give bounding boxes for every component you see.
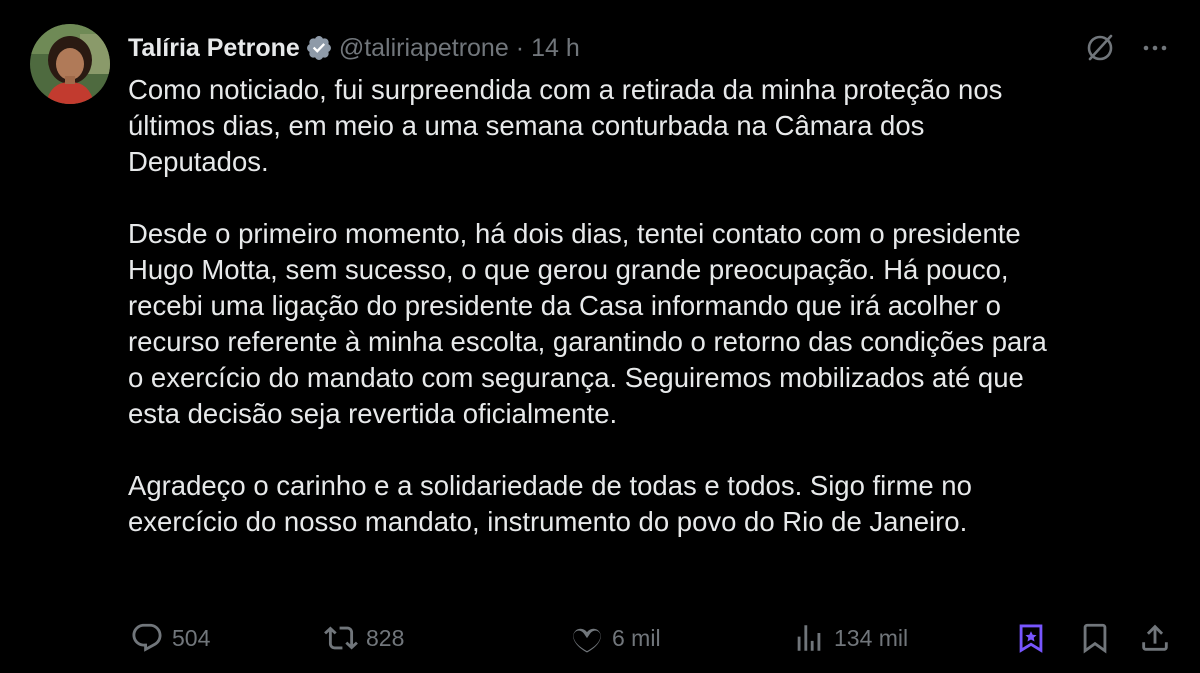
- tweet-paragraph: Desde o primeiro momento, há dois dias, …: [128, 218, 1047, 429]
- separator-dot: ·: [515, 33, 525, 62]
- share-icon: [1138, 621, 1172, 655]
- views-button[interactable]: 134 mil: [792, 621, 908, 655]
- reply-button[interactable]: 504: [130, 621, 210, 655]
- avatar[interactable]: [30, 24, 110, 104]
- more-icon[interactable]: [1140, 33, 1170, 63]
- verified-badge-icon[interactable]: [305, 34, 333, 62]
- bookmark-icon: [1078, 621, 1112, 655]
- views-count: 134 mil: [834, 624, 909, 651]
- author-handle[interactable]: @taliriapetrone: [339, 34, 509, 63]
- action-bar: 504 828 6 mil 134 mil: [130, 618, 1170, 658]
- views-icon: [792, 621, 826, 655]
- reply-count: 504: [172, 624, 211, 651]
- tweet-paragraph: Agradeço o carinho e a solidariedade de …: [128, 470, 972, 537]
- grok-bookmark-button[interactable]: [1014, 621, 1048, 655]
- tweet-top-actions: [1082, 30, 1170, 66]
- tweet-header: Talíria Petrone @taliriapetrone · 14 h: [128, 28, 580, 68]
- like-count: 6 mil: [612, 624, 661, 651]
- share-button[interactable]: [1138, 621, 1172, 655]
- repost-icon: [324, 621, 358, 655]
- like-icon: [570, 621, 604, 655]
- grok-icon[interactable]: [1082, 30, 1118, 66]
- avatar-image: [30, 24, 110, 104]
- bookmark-button[interactable]: [1078, 621, 1112, 655]
- repost-button[interactable]: 828: [324, 621, 404, 655]
- like-button[interactable]: 6 mil: [570, 621, 661, 655]
- tweet: Talíria Petrone @taliriapetrone · 14 h C…: [0, 0, 1200, 673]
- author-display-name[interactable]: Talíria Petrone: [128, 34, 300, 63]
- timestamp[interactable]: 14 h: [531, 34, 580, 63]
- repost-count: 828: [366, 624, 405, 651]
- grok-bookmark-icon: [1014, 621, 1048, 655]
- tweet-text: Como noticiado, fui surpreendida com a r…: [128, 72, 1178, 540]
- reply-icon: [130, 621, 164, 655]
- tweet-paragraph: Como noticiado, fui surpreendida com a r…: [128, 74, 1003, 177]
